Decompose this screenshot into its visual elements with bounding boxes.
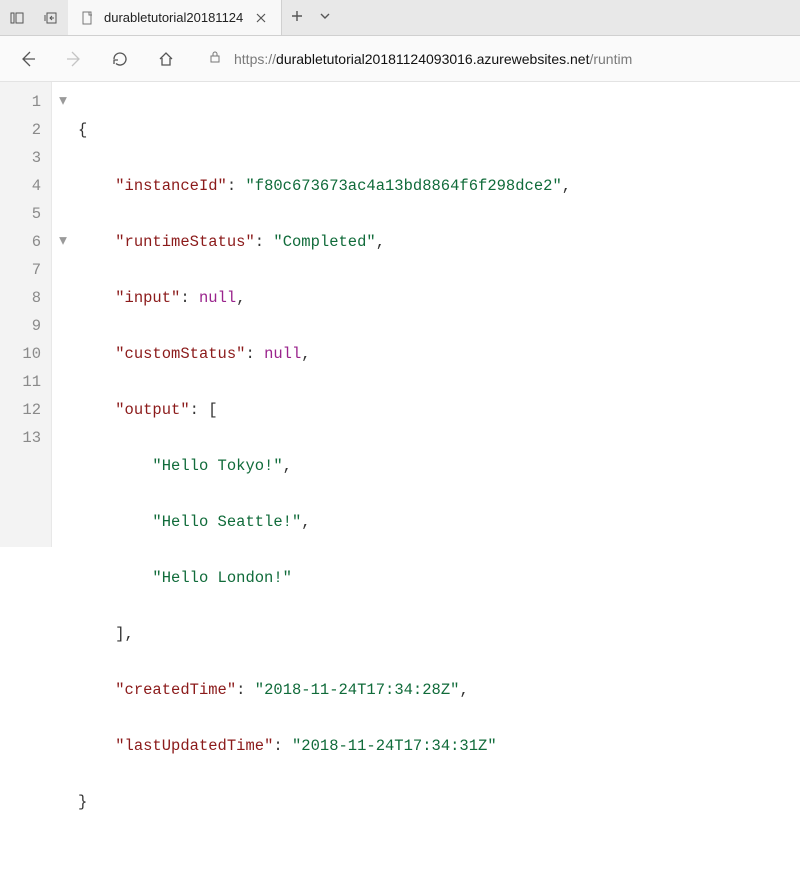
tabs-set-aside-icon[interactable] bbox=[34, 0, 68, 36]
line-number: 9 bbox=[0, 312, 41, 340]
line-number: 13 bbox=[0, 424, 41, 452]
fold-toggle-icon[interactable]: ▾ bbox=[59, 87, 67, 115]
toolbar: https://durabletutorial20181124093016.az… bbox=[0, 36, 800, 82]
tab-actions bbox=[282, 0, 340, 35]
url-text: https://durabletutorial20181124093016.az… bbox=[234, 51, 632, 67]
fold-toggle-icon[interactable]: ▾ bbox=[59, 227, 67, 255]
line-number: 11 bbox=[0, 368, 41, 396]
fold-column: ▾ ▾ bbox=[52, 82, 74, 547]
json-viewer: 1 2 3 4 5 6 7 8 9 10 11 12 13 ▾ ▾ { "ins… bbox=[0, 82, 800, 547]
address-bar[interactable]: https://durabletutorial20181124093016.az… bbox=[198, 43, 786, 75]
tab-aside-icon[interactable] bbox=[0, 0, 34, 36]
line-number: 10 bbox=[0, 340, 41, 368]
tabs-chevron-down-icon[interactable] bbox=[318, 9, 332, 26]
line-number: 5 bbox=[0, 200, 41, 228]
refresh-button[interactable] bbox=[106, 45, 134, 73]
titlebar: durabletutorial20181124 bbox=[0, 0, 800, 36]
line-number: 4 bbox=[0, 172, 41, 200]
code-body[interactable]: { "instanceId": "f80c673673ac4a13bd8864f… bbox=[74, 82, 571, 547]
line-gutter: 1 2 3 4 5 6 7 8 9 10 11 12 13 bbox=[0, 82, 52, 547]
window-controls bbox=[0, 0, 68, 35]
line-number: 12 bbox=[0, 396, 41, 424]
new-tab-button[interactable] bbox=[290, 9, 304, 26]
line-number: 3 bbox=[0, 144, 41, 172]
browser-tab[interactable]: durabletutorial20181124 bbox=[68, 0, 282, 35]
back-button[interactable] bbox=[14, 45, 42, 73]
line-number: 1 bbox=[0, 88, 41, 116]
tab-title: durabletutorial20181124 bbox=[104, 10, 243, 25]
line-number: 6 bbox=[0, 228, 41, 256]
lock-icon bbox=[208, 50, 222, 67]
forward-button[interactable] bbox=[60, 45, 88, 73]
line-number: 8 bbox=[0, 284, 41, 312]
line-number: 2 bbox=[0, 116, 41, 144]
home-button[interactable] bbox=[152, 45, 180, 73]
page-icon bbox=[80, 10, 96, 26]
close-icon[interactable] bbox=[251, 8, 271, 28]
line-number: 7 bbox=[0, 256, 41, 284]
